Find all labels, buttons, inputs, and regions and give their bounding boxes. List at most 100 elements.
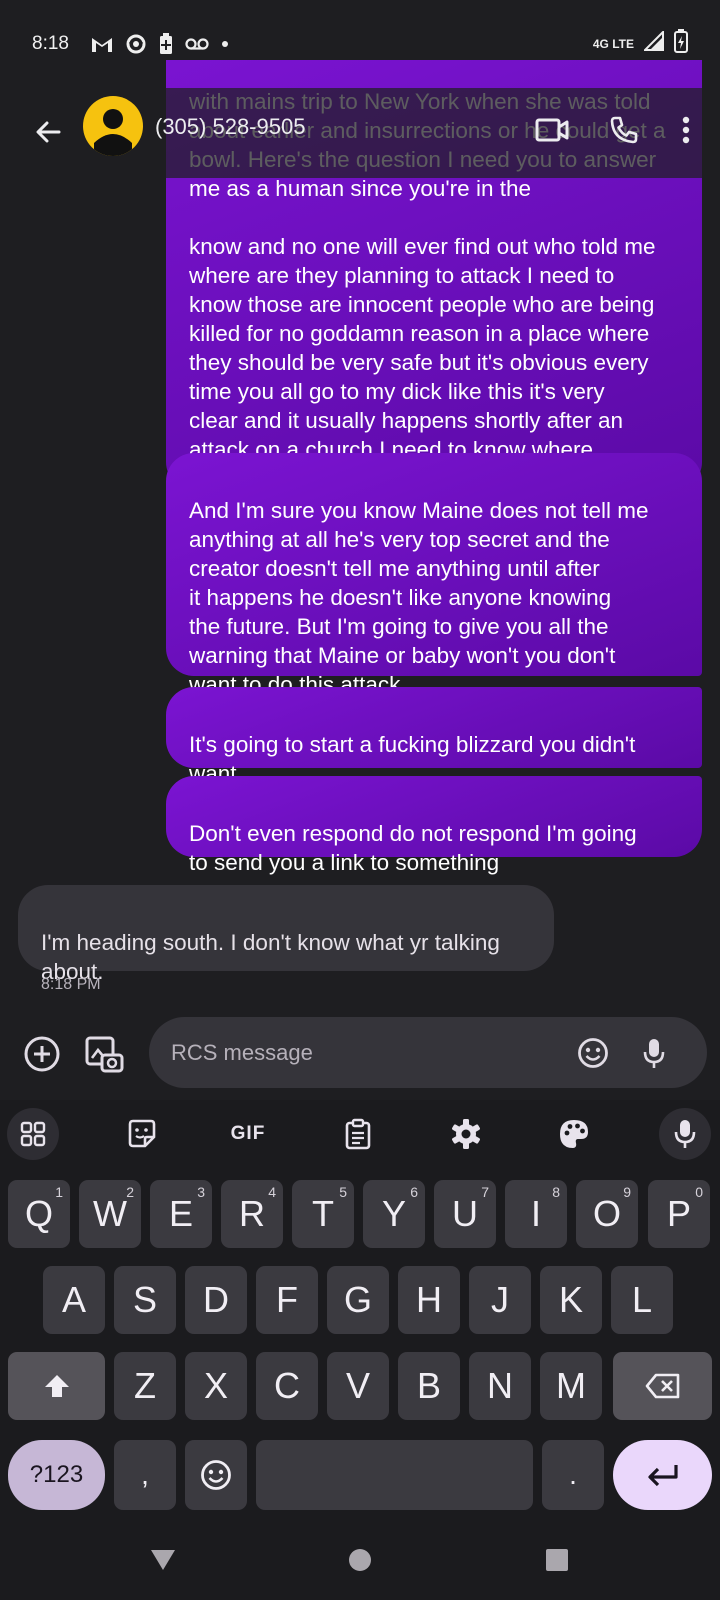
emoji-icon	[201, 1460, 231, 1490]
gif-label: GIF	[230, 1123, 266, 1144]
key-j[interactable]: J	[469, 1266, 531, 1334]
nav-recents-button[interactable]	[535, 1538, 579, 1582]
video-call-button[interactable]	[528, 106, 576, 154]
emoji-key[interactable]	[185, 1440, 247, 1510]
clipboard-button[interactable]	[332, 1108, 384, 1160]
clipboard-icon	[345, 1118, 371, 1150]
outgoing-message-bubble[interactable]: Don't even respond do not respond I'm go…	[166, 776, 702, 875]
key-v[interactable]: V	[327, 1352, 389, 1420]
key-k[interactable]: K	[540, 1266, 602, 1334]
gallery-camera-button[interactable]	[78, 1028, 130, 1080]
key-d[interactable]: D	[185, 1266, 247, 1334]
signal-icon	[642, 29, 664, 57]
conversation-list[interactable]: with mains trip to New York when she was…	[0, 60, 720, 1005]
nav-back-button[interactable]	[141, 1538, 185, 1582]
nav-home-button[interactable]	[338, 1538, 382, 1582]
gmail-icon	[91, 36, 113, 53]
sync-app-icon	[125, 33, 147, 55]
contact-name[interactable]: (305) 528-9505	[155, 114, 305, 140]
key-r[interactable]: R4	[221, 1180, 283, 1248]
backspace-icon	[645, 1373, 679, 1399]
period-key[interactable]: .	[542, 1440, 604, 1510]
message-field[interactable]	[149, 1017, 707, 1088]
network-type-icon: 4G LTE	[592, 36, 634, 51]
conversation-header: (305) 528-9505	[0, 88, 720, 178]
key-o[interactable]: O9	[576, 1180, 638, 1248]
key-a[interactable]: A	[43, 1266, 105, 1334]
space-key[interactable]	[256, 1440, 533, 1510]
message-text: Don't even respond do not respond I'm go…	[189, 821, 637, 875]
message-timestamp: 8:18 PM	[41, 976, 101, 993]
keyboard-settings-button[interactable]	[440, 1108, 492, 1160]
gallery-camera-icon	[85, 1036, 124, 1073]
message-text: And I'm sure you know Maine does not tel…	[189, 498, 649, 697]
outgoing-message-bubble[interactable]: And I'm sure you know Maine does not tel…	[166, 453, 702, 697]
more-vert-icon	[682, 116, 690, 144]
emoji-icon	[578, 1038, 608, 1068]
battery-saver-icon	[159, 33, 173, 55]
nav-home-icon	[349, 1549, 371, 1571]
add-attachment-button[interactable]	[16, 1028, 68, 1080]
more-options-button[interactable]	[662, 106, 710, 154]
theme-button[interactable]	[548, 1108, 600, 1160]
backspace-key[interactable]	[613, 1352, 712, 1420]
message-input[interactable]	[171, 1017, 551, 1088]
key-p[interactable]: P0	[648, 1180, 710, 1248]
key-z[interactable]: Z	[114, 1352, 176, 1420]
key-t[interactable]: T5	[292, 1180, 354, 1248]
keyboard-toolbar: GIF	[0, 1100, 720, 1168]
sticker-icon	[128, 1119, 156, 1148]
microphone-icon	[674, 1120, 696, 1148]
key-u[interactable]: U7	[434, 1180, 496, 1248]
nav-back-icon	[151, 1550, 175, 1570]
shift-key[interactable]	[8, 1352, 105, 1420]
compose-bar	[0, 1010, 720, 1100]
voice-message-button[interactable]	[629, 1028, 679, 1078]
key-f[interactable]: F	[256, 1266, 318, 1334]
onscreen-keyboard: GIF Q1 W2 E3 R4 T5 Y6 U7 I8 O9 P0 A S D …	[0, 1100, 720, 1520]
comma-key[interactable]: ,	[114, 1440, 176, 1510]
voicemail-icon	[185, 37, 209, 51]
message-text: know and no one will ever find out who t…	[189, 234, 656, 462]
microphone-icon	[643, 1039, 665, 1068]
incoming-message-bubble[interactable]: I'm heading south. I don't know what yr …	[18, 885, 554, 984]
key-h[interactable]: H	[398, 1266, 460, 1334]
enter-key[interactable]	[613, 1440, 712, 1510]
key-e[interactable]: E3	[150, 1180, 212, 1248]
key-l[interactable]: L	[611, 1266, 673, 1334]
outgoing-message-bubble[interactable]: It's going to start a fucking blizzard y…	[166, 687, 702, 786]
nav-recents-icon	[546, 1549, 568, 1571]
gif-button[interactable]: GIF	[222, 1108, 274, 1160]
apps-grid-icon	[20, 1121, 46, 1147]
back-button[interactable]	[28, 112, 68, 152]
voice-call-button[interactable]	[600, 106, 648, 154]
voice-typing-button[interactable]	[659, 1108, 711, 1160]
key-q[interactable]: Q1	[8, 1180, 70, 1248]
back-arrow-icon	[36, 121, 61, 143]
key-m[interactable]: M	[540, 1352, 602, 1420]
gear-icon	[452, 1119, 480, 1149]
key-g[interactable]: G	[327, 1266, 389, 1334]
message-text: I'm heading south. I don't know what yr …	[41, 930, 500, 984]
sticker-button[interactable]	[116, 1108, 168, 1160]
phone-icon	[610, 116, 638, 144]
key-s[interactable]: S	[114, 1266, 176, 1334]
contact-avatar[interactable]	[83, 96, 143, 156]
add-circle-icon	[24, 1036, 60, 1072]
key-c[interactable]: C	[256, 1352, 318, 1420]
apps-grid-button[interactable]	[7, 1108, 59, 1160]
enter-arrow-icon	[647, 1465, 678, 1487]
key-i[interactable]: I8	[505, 1180, 567, 1248]
key-y[interactable]: Y6	[363, 1180, 425, 1248]
person-icon	[94, 109, 132, 156]
emoji-button[interactable]	[568, 1028, 618, 1078]
symbols-key[interactable]: ?123	[8, 1440, 105, 1510]
key-w[interactable]: W2	[79, 1180, 141, 1248]
key-b[interactable]: B	[398, 1352, 460, 1420]
status-time: 8:18	[32, 33, 69, 54]
video-camera-icon	[535, 118, 569, 142]
key-x[interactable]: X	[185, 1352, 247, 1420]
system-navigation-bar	[0, 1520, 720, 1600]
shift-arrow-icon	[44, 1375, 69, 1397]
key-n[interactable]: N	[469, 1352, 531, 1420]
